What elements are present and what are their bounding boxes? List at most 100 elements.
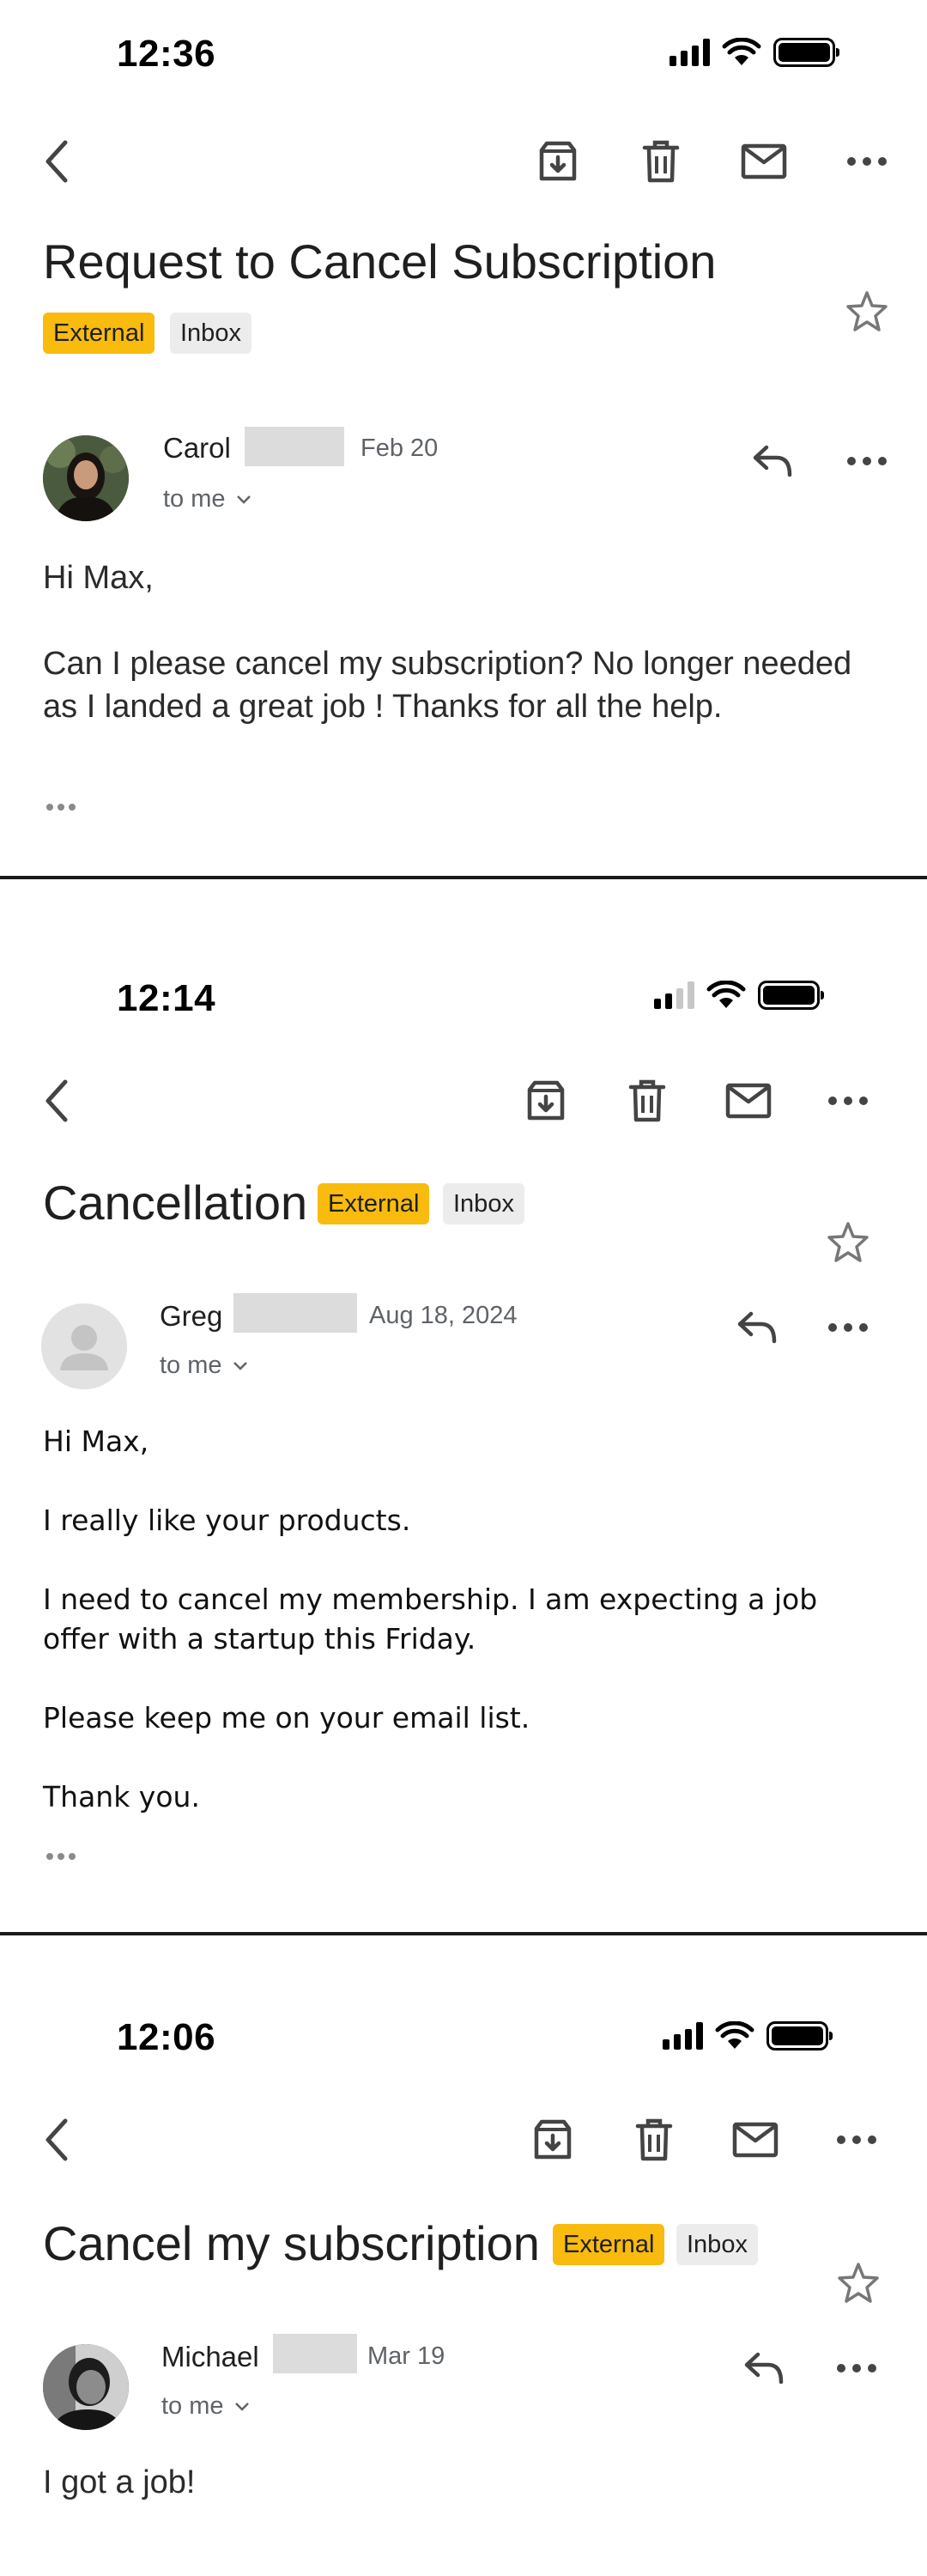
back-arrow-icon <box>45 1079 68 1122</box>
delete-button[interactable] <box>627 2112 682 2167</box>
trash-icon <box>642 140 680 183</box>
reply-button[interactable] <box>730 1300 785 1355</box>
more-horizontal-icon <box>847 157 887 166</box>
body-paragraph: Hi Max, <box>43 1425 149 1458</box>
trash-icon <box>628 1079 666 1122</box>
more-horizontal-icon <box>847 457 887 465</box>
inbox-label[interactable]: Inbox <box>443 1183 524 1224</box>
more-options-button[interactable] <box>839 134 894 189</box>
recipients-toggle[interactable]: to me <box>160 1352 248 1380</box>
inbox-label[interactable]: Inbox <box>676 2224 758 2265</box>
show-trimmed-content[interactable] <box>46 1848 84 1865</box>
redacted-surname <box>273 2334 357 2373</box>
reply-icon <box>753 445 792 477</box>
redacted-surname <box>233 1293 357 1333</box>
external-label[interactable]: External <box>553 2224 665 2265</box>
mail-icon <box>725 1083 772 1119</box>
more-options-button[interactable] <box>821 1073 876 1128</box>
body-paragraph: I need to cancel my membership. I am exp… <box>43 1583 818 1656</box>
email-date: Mar 19 <box>367 2342 445 2370</box>
more-horizontal-icon <box>828 1323 868 1332</box>
avatar[interactable] <box>43 2344 129 2430</box>
sender-name: Greg <box>160 1300 223 1332</box>
mark-unread-button[interactable] <box>728 2112 783 2167</box>
archive-icon <box>534 2119 572 2160</box>
star-icon <box>838 2263 879 2303</box>
star-button[interactable] <box>839 283 894 338</box>
signal-icon <box>663 2022 703 2050</box>
star-icon <box>846 291 888 331</box>
recipients-text: to me <box>160 1352 222 1379</box>
reply-button[interactable] <box>736 2341 791 2396</box>
star-button[interactable] <box>821 1214 876 1269</box>
back-button[interactable] <box>29 134 84 189</box>
body-paragraph: I really like your products. <box>43 1504 411 1537</box>
recipients-toggle[interactable]: to me <box>163 485 251 513</box>
more-horizontal-icon <box>837 2364 876 2372</box>
email-subject: Cancel my subscription <box>43 2216 540 2270</box>
message-more-button[interactable] <box>839 434 894 489</box>
recipients-text: to me <box>163 485 226 513</box>
wifi-icon <box>722 38 761 65</box>
message-more-button[interactable] <box>821 1300 876 1355</box>
recipients-text: to me <box>161 2392 224 2420</box>
email-subject: Cancellation <box>43 1176 308 1230</box>
mark-unread-button[interactable] <box>721 1073 776 1128</box>
sender-name: Carol <box>163 432 231 464</box>
email-body: Hi Max, I really like your products. I n… <box>43 1422 884 1817</box>
delete-button[interactable] <box>633 134 688 189</box>
avatar[interactable] <box>41 1303 127 1389</box>
body-paragraph: Thank you. <box>43 1780 200 1814</box>
signal-icon <box>654 981 694 1009</box>
status-icons <box>654 981 824 1010</box>
show-trimmed-content[interactable] <box>46 799 84 816</box>
more-horizontal-icon <box>837 2136 876 2144</box>
mail-icon <box>741 143 787 179</box>
archive-icon <box>527 1080 565 1121</box>
avatar[interactable] <box>43 435 129 521</box>
reply-button[interactable] <box>745 434 800 489</box>
star-icon <box>827 1222 869 1262</box>
sender-name: Michael <box>161 2341 259 2372</box>
more-horizontal-icon <box>828 1097 868 1105</box>
back-arrow-icon <box>45 2118 68 2161</box>
email-date: Aug 18, 2024 <box>369 1302 518 1329</box>
trash-icon <box>635 2118 673 2161</box>
reply-icon <box>744 2352 784 2385</box>
mail-icon <box>732 2122 779 2158</box>
status-time: 12:36 <box>117 33 216 75</box>
email-body: I got a job! <box>43 2461 884 2504</box>
email-screen-1: 12:36 Request to Cancel Subscription Ext… <box>0 0 927 878</box>
back-button[interactable] <box>29 1073 84 1128</box>
inbox-label[interactable]: Inbox <box>170 313 251 354</box>
back-button[interactable] <box>29 2112 84 2167</box>
battery-icon <box>773 38 839 67</box>
chevron-down-icon <box>233 1361 247 1370</box>
email-subject: Request to Cancel Subscription <box>43 234 717 289</box>
chevron-down-icon <box>236 495 251 504</box>
archive-icon <box>539 141 577 181</box>
status-icons <box>663 2021 833 2050</box>
battery-icon <box>758 981 824 1010</box>
external-label[interactable]: External <box>43 313 155 354</box>
recipients-toggle[interactable]: to me <box>161 2392 250 2421</box>
archive-button[interactable] <box>530 134 585 189</box>
body-paragraph: Please keep me on your email list. <box>43 1701 530 1735</box>
archive-button[interactable] <box>525 2112 580 2167</box>
delete-button[interactable] <box>620 1073 675 1128</box>
reply-icon <box>737 1311 777 1344</box>
email-screen-2: 12:14 Cancellation External Inbox Greg A… <box>0 879 927 1934</box>
more-options-button[interactable] <box>829 2112 884 2167</box>
status-time: 12:06 <box>117 2016 216 2058</box>
external-label[interactable]: External <box>318 1183 430 1224</box>
mark-unread-button[interactable] <box>736 134 791 189</box>
email-body: Hi Max, Can I please cancel my subscript… <box>43 556 884 728</box>
wifi-icon <box>706 981 746 1008</box>
email-screen-3: 12:06 Cancel my subscription External In… <box>0 1935 927 2576</box>
star-button[interactable] <box>831 2255 886 2310</box>
message-more-button[interactable] <box>829 2341 884 2396</box>
body-paragraph: Hi Max, <box>43 560 154 596</box>
chevron-down-icon <box>234 2402 249 2411</box>
redacted-surname <box>245 427 344 466</box>
archive-button[interactable] <box>518 1073 573 1128</box>
